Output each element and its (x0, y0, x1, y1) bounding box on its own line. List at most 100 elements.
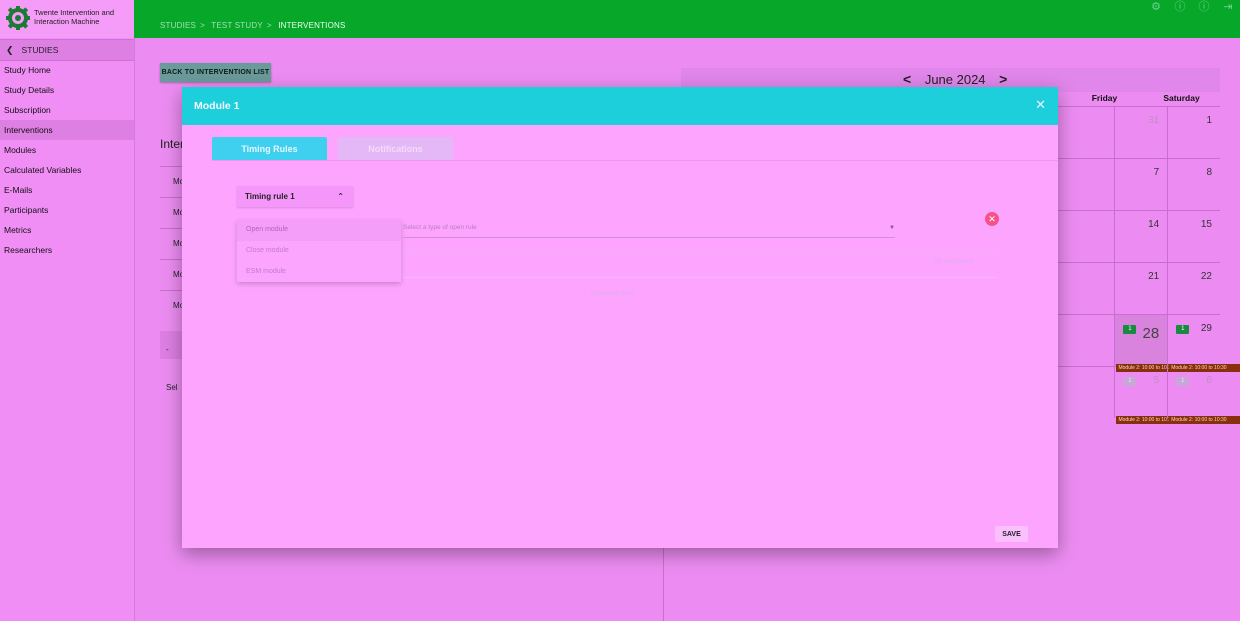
calendar-day[interactable]: 22 (1167, 263, 1220, 314)
tab-timing-rules[interactable]: Timing Rules (212, 137, 327, 160)
day-number: 31 (1148, 115, 1160, 126)
list-item[interactable]: Mo (160, 228, 184, 259)
day-number: 29 (1200, 323, 1212, 334)
open-rule-type-select[interactable]: Select a type of open rule ▼ (403, 224, 895, 238)
timing-rules-hint: No timing rules (591, 290, 635, 297)
calendar-day[interactable]: 1 6 Module 2: 10:00 to 10:30 (1167, 367, 1240, 424)
sidebar-item-emails[interactable]: E-Mails (0, 180, 134, 200)
calendar-event[interactable]: Module 2: 10:00 to 10:30 (1169, 416, 1240, 424)
sidebar-item-participants[interactable]: Participants (0, 200, 134, 220)
help-icon[interactable]: ⓘ (1198, 0, 1210, 13)
sidebar-item-study-home[interactable]: Study Home (0, 60, 134, 80)
day-number: 8 (1206, 167, 1212, 178)
app-name: Twente Intervention and Interaction Mach… (34, 8, 115, 26)
calendar-week: 31 1 (1058, 106, 1220, 158)
studies-label: STUDIES (21, 45, 59, 55)
sidebar-item-modules[interactable]: Modules (0, 140, 134, 160)
dialog-header: Module 1 ✕ (182, 87, 1058, 125)
breadcrumb-interventions: INTERVENTIONS (278, 21, 346, 30)
sidebar: Twente Intervention and Interaction Mach… (0, 0, 135, 621)
calendar-month-label: June 2024 (924, 72, 986, 87)
timing-rule-label: Timing rule 1 (245, 192, 295, 201)
gear-icon[interactable]: ⚙ (1150, 0, 1162, 13)
module-select[interactable]: - Sel (160, 331, 182, 392)
rule-type-menu: Open module Close module ESM module (237, 220, 401, 282)
list-item[interactable]: Mo (160, 197, 184, 228)
calendar-day[interactable]: 1 (1167, 107, 1220, 158)
calendar-day-names: Friday Saturday (1066, 93, 1220, 103)
breadcrumb-test-study[interactable]: TEST STUDY (211, 21, 263, 30)
sidebar-item-subscription[interactable]: Subscription (0, 100, 134, 120)
delete-rule-icon[interactable]: ✕ (985, 212, 999, 226)
event-count-badge: 1 (1176, 325, 1190, 334)
list-item[interactable]: Mo (160, 290, 184, 321)
calendar-day[interactable] (1058, 263, 1114, 314)
info-icon[interactable]: ⓘ (1174, 0, 1186, 13)
day-number: 14 (1148, 219, 1160, 230)
studies-back-link[interactable]: ❮ STUDIES (0, 39, 134, 61)
field-divider (403, 252, 998, 253)
calendar-week: 21 22 (1058, 262, 1220, 314)
sidebar-item-study-details[interactable]: Study Details (0, 80, 134, 100)
calendar-day[interactable]: 15 (1167, 211, 1220, 262)
calendar-day[interactable] (1058, 211, 1114, 262)
calendar-week: 7 8 (1058, 158, 1220, 210)
list-item[interactable]: Mo (160, 259, 184, 290)
back-to-intervention-list-button[interactable]: BACK TO INTERVENTION LIST (160, 63, 271, 82)
gear-logo-icon (6, 6, 30, 30)
open-rule-placeholder: Select a type of open rule (403, 224, 477, 231)
app-logo[interactable]: Twente Intervention and Interaction Mach… (0, 0, 134, 38)
calendar-day-today[interactable]: 1 28 Module 2: 10:00 to 10:30 (1114, 315, 1193, 372)
top-icons: ⚙ ⓘ ⓘ ⇥ (1150, 0, 1234, 14)
calendar-day[interactable]: 8 (1167, 159, 1220, 210)
calendar-day[interactable]: 21 (1114, 263, 1167, 314)
calendar-day[interactable] (1058, 107, 1114, 158)
calendar-day[interactable]: 7 (1114, 159, 1167, 210)
calendar-day[interactable] (1058, 315, 1114, 366)
interventions-title: Inter (160, 137, 185, 151)
breadcrumb-studies[interactable]: STUDIES (160, 21, 196, 30)
day-number: 5 (1153, 375, 1160, 386)
close-icon[interactable]: ✕ (1035, 97, 1046, 113)
calendar-day[interactable]: 14 (1114, 211, 1167, 262)
event-count-badge: 1 (1123, 325, 1137, 334)
intervention-module-list: Mo Mo Mo Mo Mo (160, 166, 184, 321)
conditions-hint: No conditions (934, 258, 974, 265)
day-number: 28 (1142, 325, 1160, 342)
calendar-day[interactable]: 31 (1114, 107, 1167, 158)
logout-icon[interactable]: ⇥ (1222, 0, 1234, 13)
sidebar-item-metrics[interactable]: Metrics (0, 220, 134, 240)
day-number: 6 (1206, 375, 1212, 386)
event-count-badge: 1 (1123, 377, 1137, 386)
day-name-friday: Friday (1091, 93, 1118, 103)
menu-item-open-module[interactable]: Open module (237, 220, 401, 241)
day-number: 15 (1200, 219, 1212, 230)
list-item[interactable]: Mo (160, 166, 184, 197)
calendar-day[interactable] (1058, 159, 1114, 210)
calendar-grid: 31 1 7 8 14 15 21 22 1 28 Module 2: 10:0… (1058, 106, 1240, 424)
caret-down-icon: ▼ (889, 225, 895, 231)
breadcrumb: STUDIES > TEST STUDY > INTERVENTIONS (160, 21, 346, 30)
calendar-next-button[interactable]: > (999, 71, 1007, 87)
calendar-week: 1 5 Module 2: 10:00 to 10:30 1 6 Module … (1058, 366, 1240, 424)
field-divider (403, 277, 998, 278)
chevron-up-icon: ⌃ (337, 192, 344, 201)
save-button[interactable]: SAVE (995, 526, 1028, 542)
tab-notifications[interactable]: Notifications (338, 137, 453, 160)
timing-rule-dropdown[interactable]: Timing rule 1 ⌃ (237, 186, 353, 207)
sidebar-nav: Study Home Study Details Subscription In… (0, 60, 134, 260)
calendar-week: 1 28 Module 2: 10:00 to 10:30 1 29 Modul… (1058, 314, 1240, 372)
calendar-day[interactable]: 1 5 Module 2: 10:00 to 10:30 (1114, 367, 1193, 424)
sidebar-item-interventions[interactable]: Interventions (0, 120, 134, 140)
calendar-day[interactable]: 1 29 Module 2: 10:00 to 10:30 (1167, 315, 1240, 372)
sidebar-item-researchers[interactable]: Researchers (0, 240, 134, 260)
calendar-day[interactable] (1058, 367, 1114, 418)
day-number: 21 (1148, 271, 1160, 282)
top-bar: STUDIES > TEST STUDY > INTERVENTIONS ⚙ ⓘ ⓘ… (134, 0, 1240, 38)
menu-item-esm-module[interactable]: ESM module (237, 262, 401, 283)
sidebar-item-calculated-variables[interactable]: Calculated Variables (0, 160, 134, 180)
menu-item-close-module[interactable]: Close module (237, 241, 401, 262)
module-dialog: Module 1 ✕ Timing Rules Notifications Ti… (182, 87, 1058, 548)
tab-underline (212, 160, 1058, 161)
calendar-prev-button[interactable]: < (903, 71, 911, 87)
